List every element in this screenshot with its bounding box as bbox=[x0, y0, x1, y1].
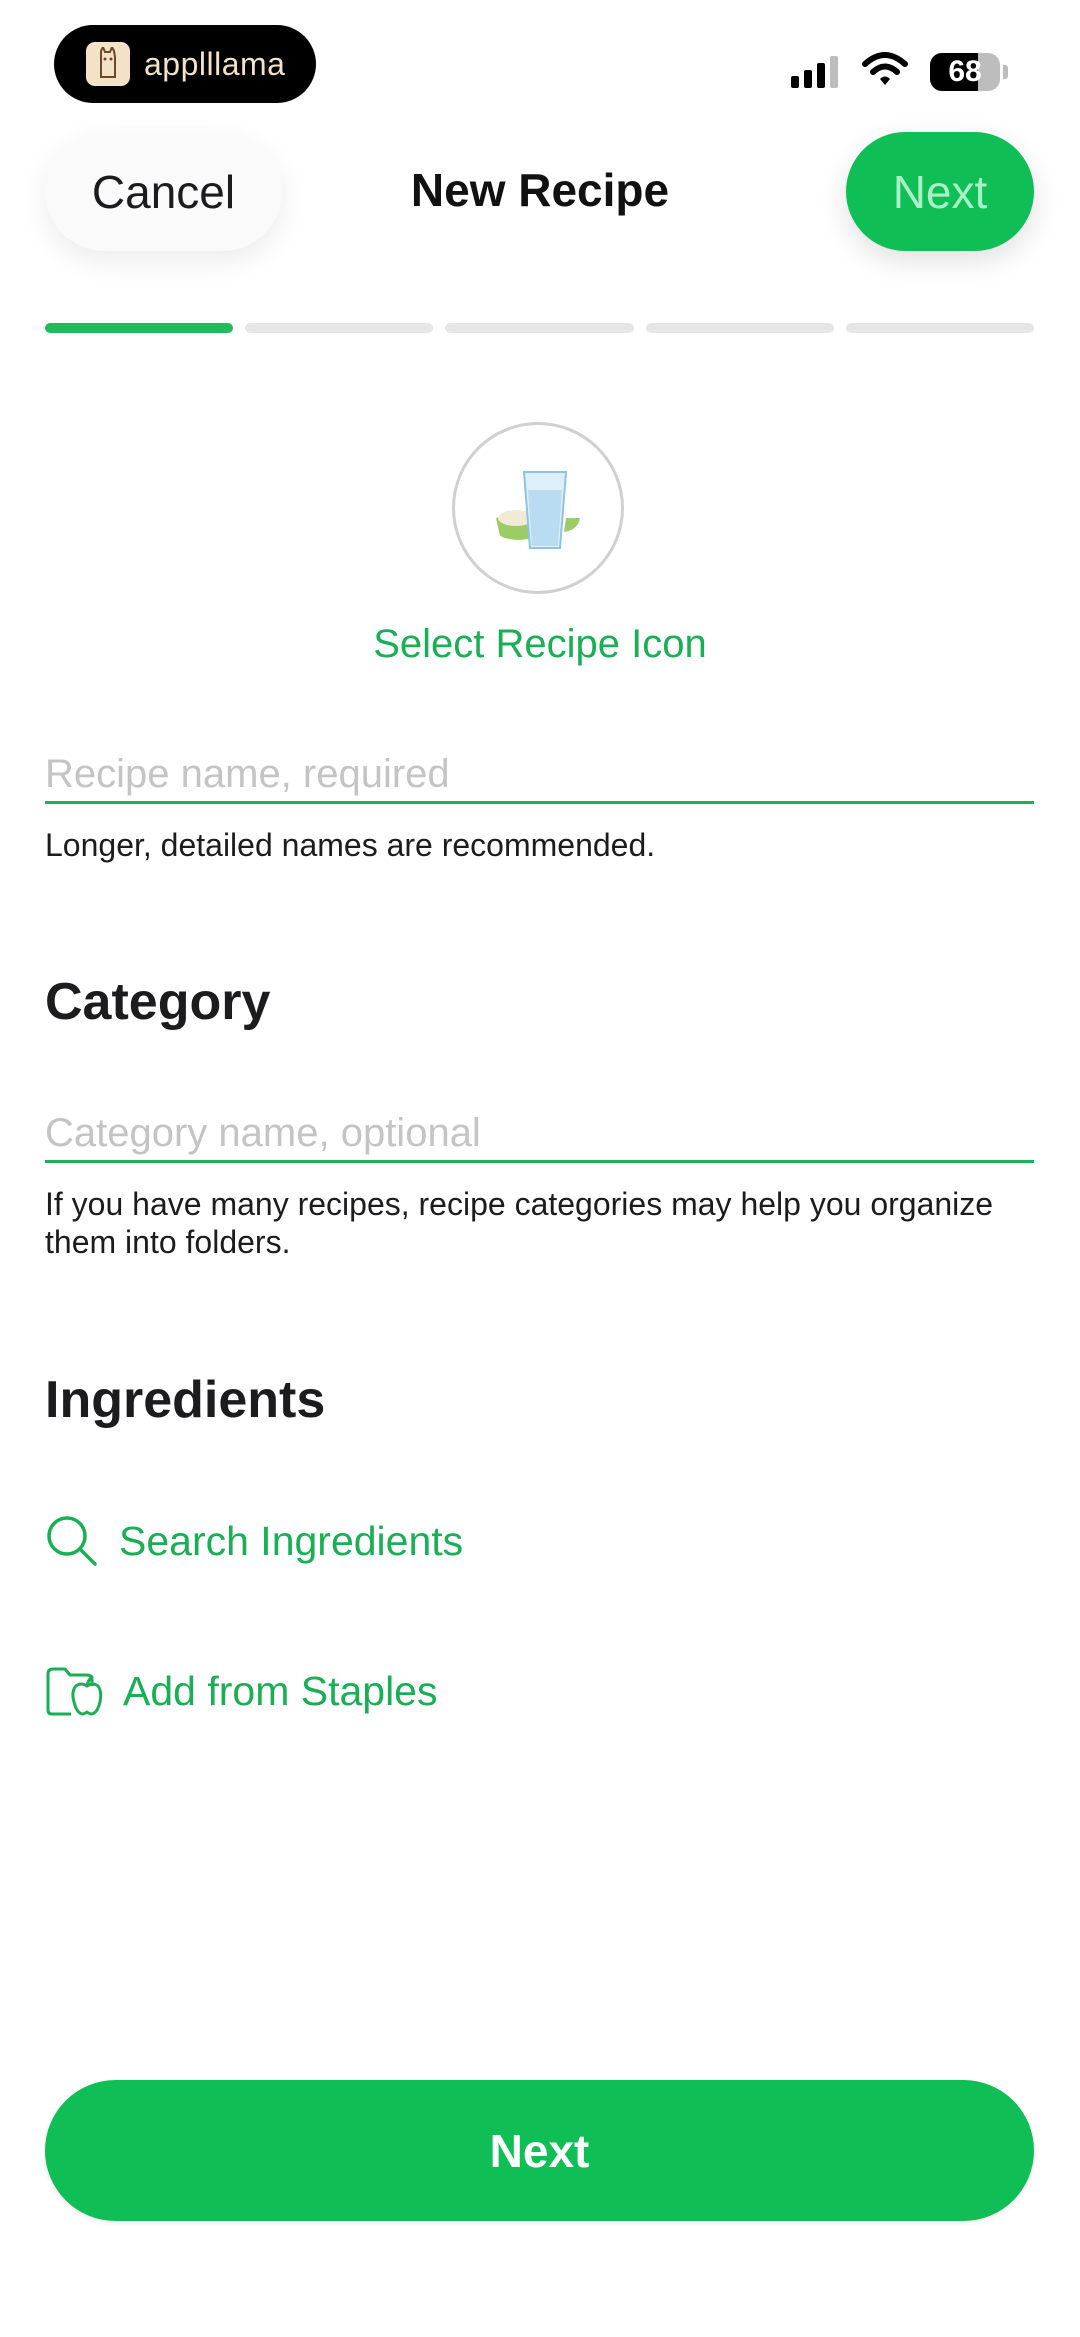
category-heading: Category bbox=[45, 973, 271, 1031]
wifi-icon bbox=[862, 52, 908, 91]
progress-step bbox=[45, 323, 234, 333]
recipe-name-input[interactable] bbox=[45, 752, 1034, 801]
next-button[interactable]: Next bbox=[45, 2080, 1034, 2221]
recipe-icon-picker[interactable] bbox=[452, 422, 624, 594]
battery-icon: 68 bbox=[930, 52, 1000, 91]
progress-step bbox=[845, 323, 1035, 333]
search-ingredients-button[interactable]: Search Ingredients bbox=[45, 1514, 463, 1568]
category-field-wrapper bbox=[45, 1111, 1034, 1163]
select-recipe-icon-link[interactable]: Select Recipe Icon bbox=[0, 622, 1080, 667]
step-progress bbox=[45, 323, 1035, 333]
search-icon bbox=[47, 1516, 97, 1566]
add-from-staples-button[interactable]: Add from Staples bbox=[45, 1664, 438, 1718]
status-indicators: 68 bbox=[791, 52, 1008, 91]
battery-level: 68 bbox=[948, 54, 982, 88]
app-badge-label: applllama bbox=[144, 45, 286, 82]
cellular-signal-icon bbox=[791, 55, 838, 88]
progress-step bbox=[245, 323, 434, 333]
llama-logo-icon bbox=[86, 42, 130, 86]
recipe-name-helper: Longer, detailed names are recommended. bbox=[45, 827, 656, 863]
app-badge[interactable]: applllama bbox=[54, 25, 316, 103]
search-ingredients-label: Search Ingredients bbox=[119, 1517, 464, 1564]
progress-step bbox=[445, 323, 634, 333]
recipe-name-field-wrapper bbox=[45, 752, 1034, 804]
ingredients-heading: Ingredients bbox=[45, 1371, 326, 1429]
category-helper: If you have many recipes, recipe categor… bbox=[45, 1186, 994, 1260]
add-from-staples-label: Add from Staples bbox=[123, 1667, 438, 1714]
header-next-button[interactable]: Next bbox=[846, 132, 1034, 251]
progress-step bbox=[645, 323, 834, 333]
folder-apple-icon bbox=[46, 1667, 103, 1716]
glass-and-bowl-icon bbox=[496, 471, 580, 549]
category-name-input[interactable] bbox=[45, 1111, 1034, 1160]
battery-cap bbox=[1003, 64, 1008, 79]
